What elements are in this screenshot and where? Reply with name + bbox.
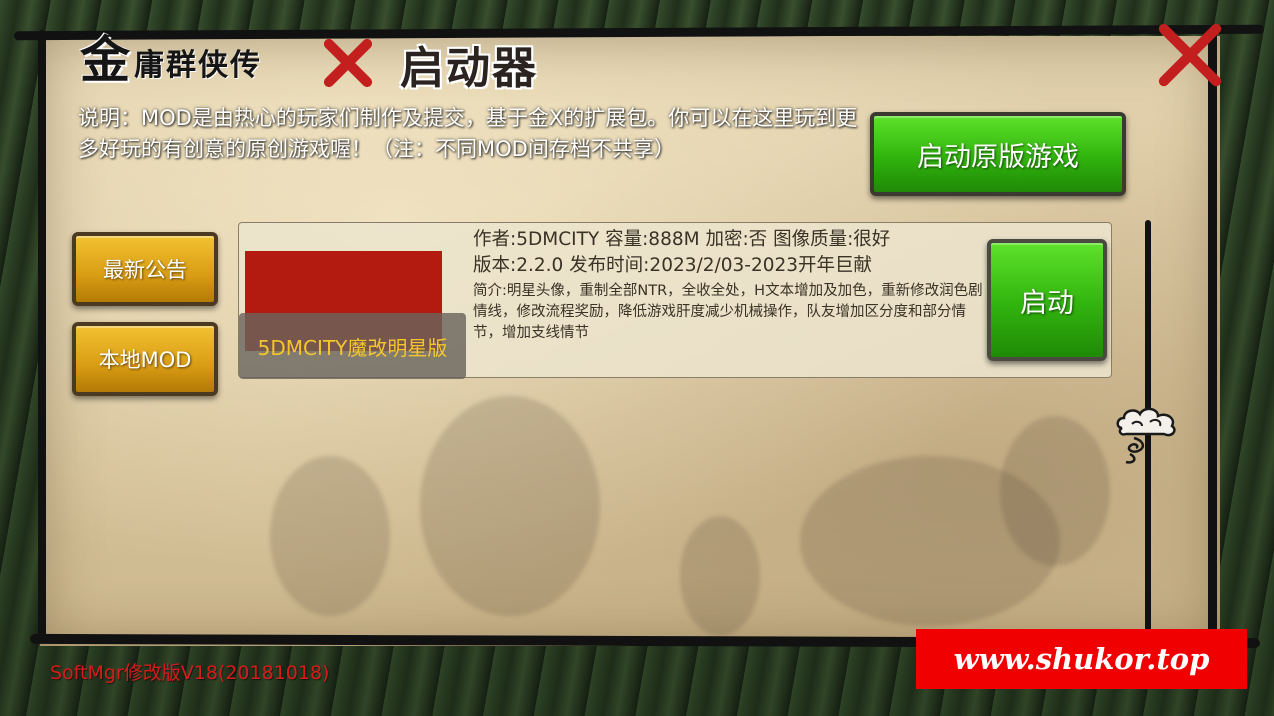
mod-details: 作者:5DMCITY 容量:888M 加密:否 图像质量:很好 版本:2.2.0… bbox=[473, 227, 993, 344]
latest-news-button[interactable]: 最新公告 bbox=[72, 232, 218, 306]
launcher-title: 启动器 bbox=[400, 43, 538, 94]
close-x-icon[interactable] bbox=[1148, 8, 1232, 92]
mod-name: 5DMCITY魔改明星版 bbox=[239, 313, 466, 379]
ink-figure bbox=[680, 516, 760, 636]
logo-big-char: 金 bbox=[80, 30, 130, 89]
mod-launch-button[interactable]: 启动 bbox=[987, 239, 1107, 361]
mod-author-line: 作者:5DMCITY 容量:888M 加密:否 图像质量:很好 bbox=[473, 229, 891, 250]
logo-text: 庸群侠传 bbox=[134, 48, 262, 83]
mod-intro: 简介:明星头像，重制全部NTR，全收全处，H文本增加及加色，重新修改润色剧情线，… bbox=[473, 283, 983, 341]
mod-card[interactable]: 5DMCITY魔改明星版 作者:5DMCITY 容量:888M 加密:否 图像质… bbox=[238, 222, 1112, 379]
launch-original-button[interactable]: 启动原版游戏 bbox=[870, 112, 1126, 196]
x-mark-icon bbox=[316, 26, 380, 90]
version-label: SoftMgr修改版V18(20181018) bbox=[50, 662, 330, 684]
ink-figure bbox=[420, 396, 600, 616]
cloud-icon[interactable] bbox=[1112, 404, 1182, 466]
description-text: 说明：MOD是由热心的玩家们制作及提交，基于金X的扩展包。你可以在这里玩到更多好… bbox=[78, 106, 858, 161]
ink-figure bbox=[270, 456, 390, 616]
brush-border-left bbox=[38, 30, 46, 642]
mod-version-line: 版本:2.2.0 发布时间:2023/2/03-2023开年巨献 bbox=[473, 255, 873, 276]
ink-figure bbox=[1000, 416, 1110, 566]
local-mod-button[interactable]: 本地MOD bbox=[72, 322, 218, 396]
game-logo: 金 庸群侠传 bbox=[80, 20, 262, 92]
watermark-banner: www.shukor.top bbox=[916, 629, 1247, 689]
brush-border-right bbox=[1208, 30, 1217, 642]
